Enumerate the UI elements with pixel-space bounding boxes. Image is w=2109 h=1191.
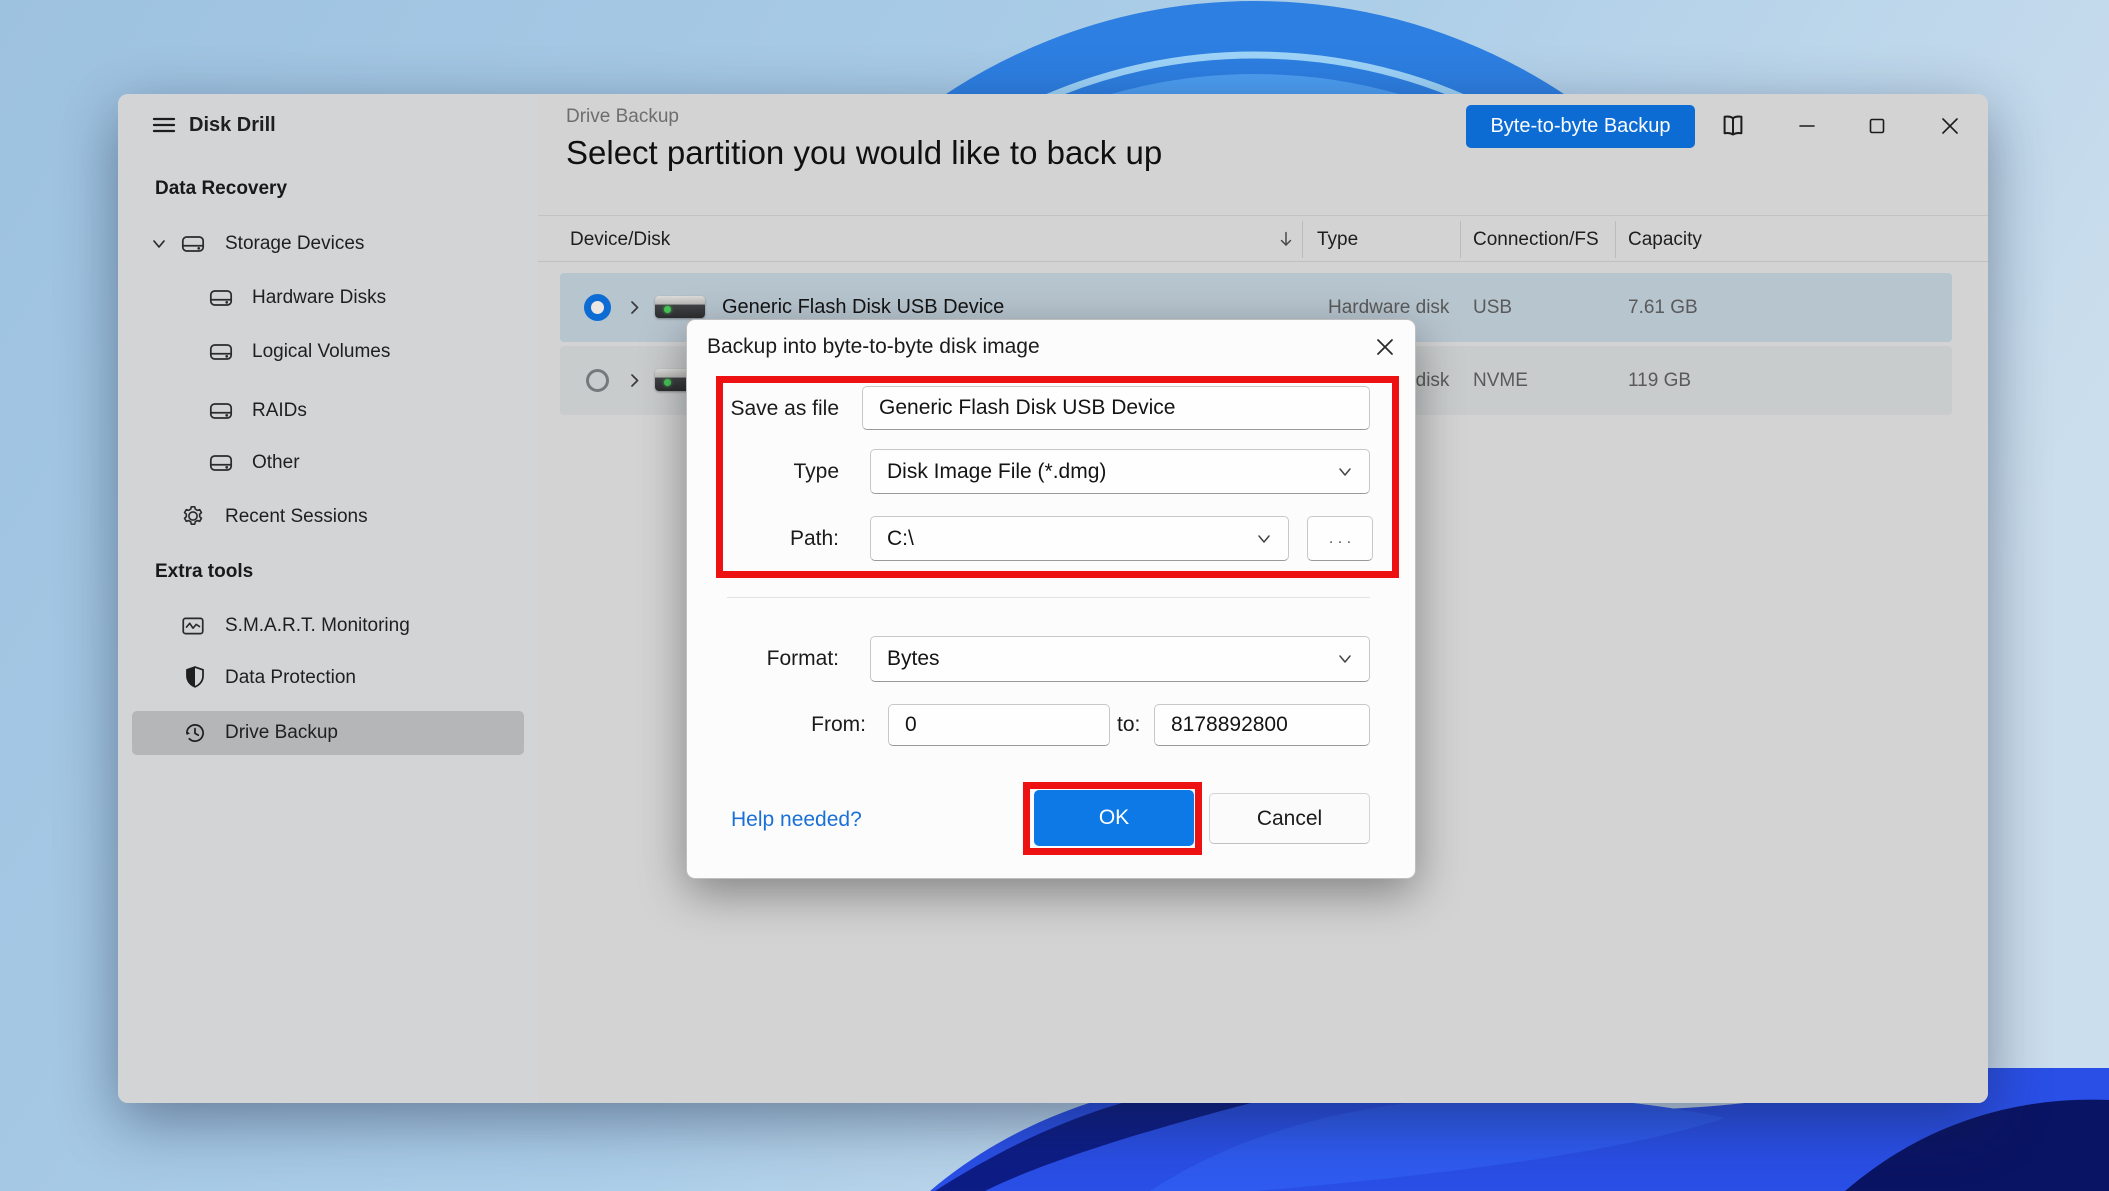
- browse-button[interactable]: . . .: [1307, 516, 1373, 561]
- sidebar-item-label: RAIDs: [252, 400, 307, 422]
- device-capacity: 119 GB: [1628, 346, 1691, 415]
- history-clock-icon: [182, 720, 208, 746]
- save-as-file-input[interactable]: Generic Flash Disk USB Device: [862, 386, 1370, 430]
- column-divider: [1460, 221, 1461, 258]
- format-dropdown[interactable]: Bytes: [870, 636, 1370, 682]
- column-header-type[interactable]: Type: [1317, 216, 1358, 263]
- cancel-button[interactable]: Cancel: [1209, 793, 1370, 844]
- path-value: C:\: [887, 527, 914, 551]
- device-capacity: 7.61 GB: [1628, 273, 1698, 342]
- hamburger-menu-button[interactable]: [151, 113, 177, 137]
- sidebar-item-data-protection[interactable]: Data Protection: [118, 656, 538, 700]
- sidebar-item-label: Drive Backup: [225, 722, 338, 744]
- shield-icon: [182, 664, 208, 690]
- column-header-device-disk[interactable]: Device/Disk: [570, 216, 670, 263]
- monitor-wave-icon: [180, 613, 206, 639]
- save-as-file-label: Save as file: [687, 386, 839, 431]
- to-label: to:: [1117, 704, 1145, 746]
- chevron-down-icon: [1256, 533, 1272, 545]
- drive-icon: [208, 450, 234, 476]
- path-dropdown[interactable]: C:\: [870, 516, 1289, 561]
- sidebar-item-storage-devices[interactable]: Storage Devices: [118, 222, 538, 266]
- sidebar-item-other[interactable]: Other: [118, 441, 538, 485]
- column-header-capacity[interactable]: Capacity: [1628, 216, 1702, 263]
- minimize-button[interactable]: [1790, 109, 1824, 143]
- sidebar-item-logical-volumes[interactable]: Logical Volumes: [118, 330, 538, 374]
- from-label: From:: [687, 704, 866, 746]
- ok-button[interactable]: OK: [1034, 790, 1194, 846]
- sidebar-section-extra-tools: Extra tools: [155, 558, 253, 586]
- backup-dialog: Backup into byte-to-byte disk image Save…: [686, 319, 1416, 879]
- sidebar-item-hardware-disks[interactable]: Hardware Disks: [118, 276, 538, 320]
- sidebar-item-label: Hardware Disks: [252, 287, 386, 309]
- format-value: Bytes: [887, 647, 940, 671]
- gear-icon: [180, 503, 206, 529]
- chevron-right-icon[interactable]: [626, 299, 643, 316]
- column-divider: [1615, 221, 1616, 258]
- path-label: Path:: [687, 516, 839, 561]
- type-label: Type: [687, 449, 839, 494]
- radio-selected[interactable]: [584, 294, 611, 321]
- dialog-title: Backup into byte-to-byte disk image: [707, 335, 1040, 359]
- breadcrumb: Drive Backup: [566, 106, 679, 128]
- type-value: Disk Image File (*.dmg): [887, 460, 1106, 484]
- sidebar-item-recent-sessions[interactable]: Recent Sessions: [118, 495, 538, 539]
- sidebar-section-data-recovery: Data Recovery: [155, 175, 287, 203]
- disk-device-icon: [655, 296, 705, 318]
- drive-icon: [208, 339, 234, 365]
- page-title: Select partition you would like to back …: [566, 134, 1162, 172]
- byte-to-byte-backup-button[interactable]: Byte-to-byte Backup: [1466, 105, 1695, 148]
- column-divider: [1302, 221, 1303, 258]
- sort-descending-icon[interactable]: [1276, 229, 1296, 249]
- sidebar-item-raids[interactable]: RAIDs: [118, 389, 538, 433]
- type-dropdown[interactable]: Disk Image File (*.dmg): [870, 449, 1370, 494]
- drive-icon: [180, 231, 206, 257]
- sidebar-item-label: Data Protection: [225, 667, 356, 689]
- device-connection: USB: [1473, 273, 1512, 342]
- desktop: Disk Drill Data Recovery Storage Devices…: [0, 0, 2109, 1191]
- chevron-right-icon[interactable]: [626, 372, 643, 389]
- knowledge-base-book-icon[interactable]: [1716, 109, 1750, 143]
- dialog-close-icon[interactable]: [1371, 333, 1399, 361]
- from-input[interactable]: 0: [888, 704, 1110, 746]
- chevron-down-icon[interactable]: [150, 236, 168, 252]
- save-as-file-value: Generic Flash Disk USB Device: [879, 396, 1175, 420]
- column-header-connection-fs[interactable]: Connection/FS: [1473, 216, 1599, 263]
- chevron-down-icon: [1337, 466, 1353, 478]
- chevron-down-icon: [1337, 653, 1353, 665]
- table-header: Device/Disk Type Connection/FS Capacity: [538, 215, 1988, 262]
- sidebar-item-label: Logical Volumes: [252, 341, 390, 363]
- device-connection: NVME: [1473, 346, 1528, 415]
- from-value: 0: [905, 713, 917, 737]
- sidebar-item-label: S.M.A.R.T. Monitoring: [225, 615, 410, 637]
- dialog-divider: [727, 597, 1370, 598]
- sidebar-header: Disk Drill: [118, 103, 538, 147]
- sidebar: Disk Drill Data Recovery Storage Devices…: [118, 94, 538, 1103]
- sidebar-item-drive-backup[interactable]: Drive Backup: [118, 711, 538, 755]
- radio-unselected[interactable]: [586, 369, 609, 392]
- help-needed-link[interactable]: Help needed?: [731, 808, 862, 832]
- sidebar-item-label: Storage Devices: [225, 233, 364, 255]
- drive-icon: [208, 398, 234, 424]
- sidebar-item-label: Other: [252, 452, 300, 474]
- close-button[interactable]: [1933, 109, 1967, 143]
- app-title: Disk Drill: [189, 114, 276, 137]
- to-input[interactable]: 8178892800: [1154, 704, 1370, 746]
- sidebar-item-label: Recent Sessions: [225, 506, 368, 528]
- maximize-button[interactable]: [1860, 109, 1894, 143]
- format-label: Format:: [687, 636, 839, 681]
- sidebar-item-smart-monitoring[interactable]: S.M.A.R.T. Monitoring: [118, 604, 538, 648]
- to-value: 8178892800: [1171, 713, 1288, 737]
- drive-icon: [208, 285, 234, 311]
